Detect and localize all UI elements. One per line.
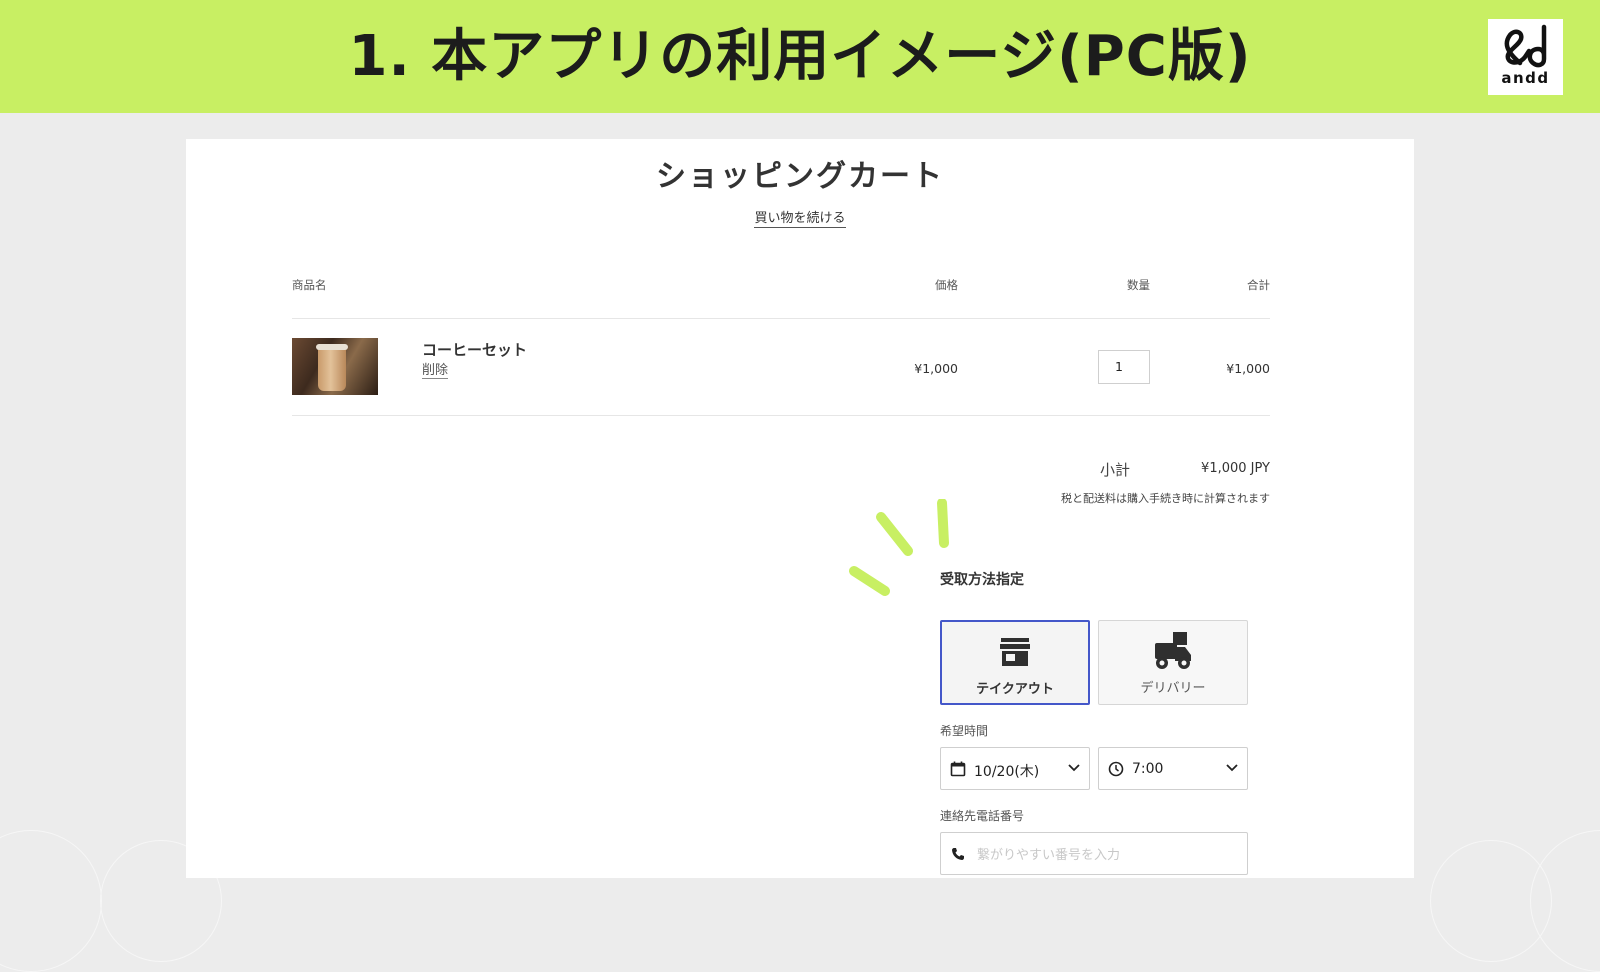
storefront-icon — [1000, 638, 1030, 666]
cart-title: ショッピングカート — [656, 159, 944, 194]
desired-time-label: 希望時間 — [940, 724, 989, 738]
pickup-method-title: 受取方法指定 — [940, 572, 1024, 588]
shopping-cart-panel: ショッピングカート 買い物を続ける 商品名 価格 数量 合計 コーヒーセット 削… — [186, 139, 1414, 878]
delivery-label: デリバリー — [1140, 681, 1206, 696]
time-select-value: 7:00 — [1132, 761, 1164, 777]
column-header-price: 価格 — [935, 278, 958, 292]
product-thumbnail[interactable] — [292, 338, 378, 395]
delivery-truck-icon — [1155, 632, 1191, 669]
subtotal-label: 小計 — [1100, 461, 1131, 479]
brand-logo-text: andd — [1501, 69, 1550, 87]
takeout-option-button[interactable]: テイクアウト — [940, 620, 1090, 705]
column-header-quantity: 数量 — [1127, 278, 1150, 292]
phone-icon — [952, 848, 964, 860]
column-header-product: 商品名 — [292, 278, 327, 292]
date-select[interactable]: 10/20(木) — [940, 747, 1090, 790]
coffee-cup-lid-image — [316, 344, 348, 350]
highlight-sparkle-icon — [849, 499, 949, 596]
date-select-value: 10/20(木) — [974, 764, 1040, 780]
brand-logo: andd — [1488, 19, 1563, 95]
title-banner: 1. 本アプリの利用イメージ(PC版) andd — [0, 0, 1600, 113]
contact-phone-label: 連絡先電話番号 — [940, 809, 1025, 823]
phone-input[interactable] — [975, 842, 1239, 868]
delivery-option-button[interactable]: デリバリー — [1098, 620, 1248, 705]
divider — [292, 318, 1270, 319]
subtotal-value: ¥1,000 JPY — [1201, 461, 1270, 476]
slide-title: 1. 本アプリの利用イメージ(PC版) — [348, 24, 1252, 89]
chevron-down-icon — [1068, 764, 1080, 772]
brand-logo-mark-icon — [1504, 24, 1547, 68]
continue-shopping-link[interactable]: 買い物を続ける — [754, 211, 846, 228]
time-select[interactable]: 7:00 — [1098, 747, 1248, 790]
takeout-label: テイクアウト — [976, 682, 1054, 697]
item-price: ¥1,000 — [914, 361, 958, 376]
calendar-icon — [950, 761, 966, 777]
background-circle — [1530, 830, 1600, 972]
background-circle — [0, 830, 102, 972]
divider — [292, 415, 1270, 416]
phone-field[interactable] — [940, 832, 1248, 875]
quantity-input[interactable]: 1 — [1098, 350, 1150, 384]
coffee-cup-image — [318, 347, 346, 391]
clock-icon — [1108, 761, 1124, 777]
remove-item-link[interactable]: 削除 — [422, 363, 449, 379]
continue-shopping-row: 買い物を続ける — [186, 207, 1414, 228]
column-header-total: 合計 — [1247, 278, 1270, 292]
product-name[interactable]: コーヒーセット — [422, 339, 527, 360]
tax-shipping-note: 税と配送料は購入手続き時に計算されます — [1061, 492, 1270, 505]
chevron-down-icon — [1226, 764, 1238, 772]
item-total: ¥1,000 — [1226, 361, 1270, 376]
